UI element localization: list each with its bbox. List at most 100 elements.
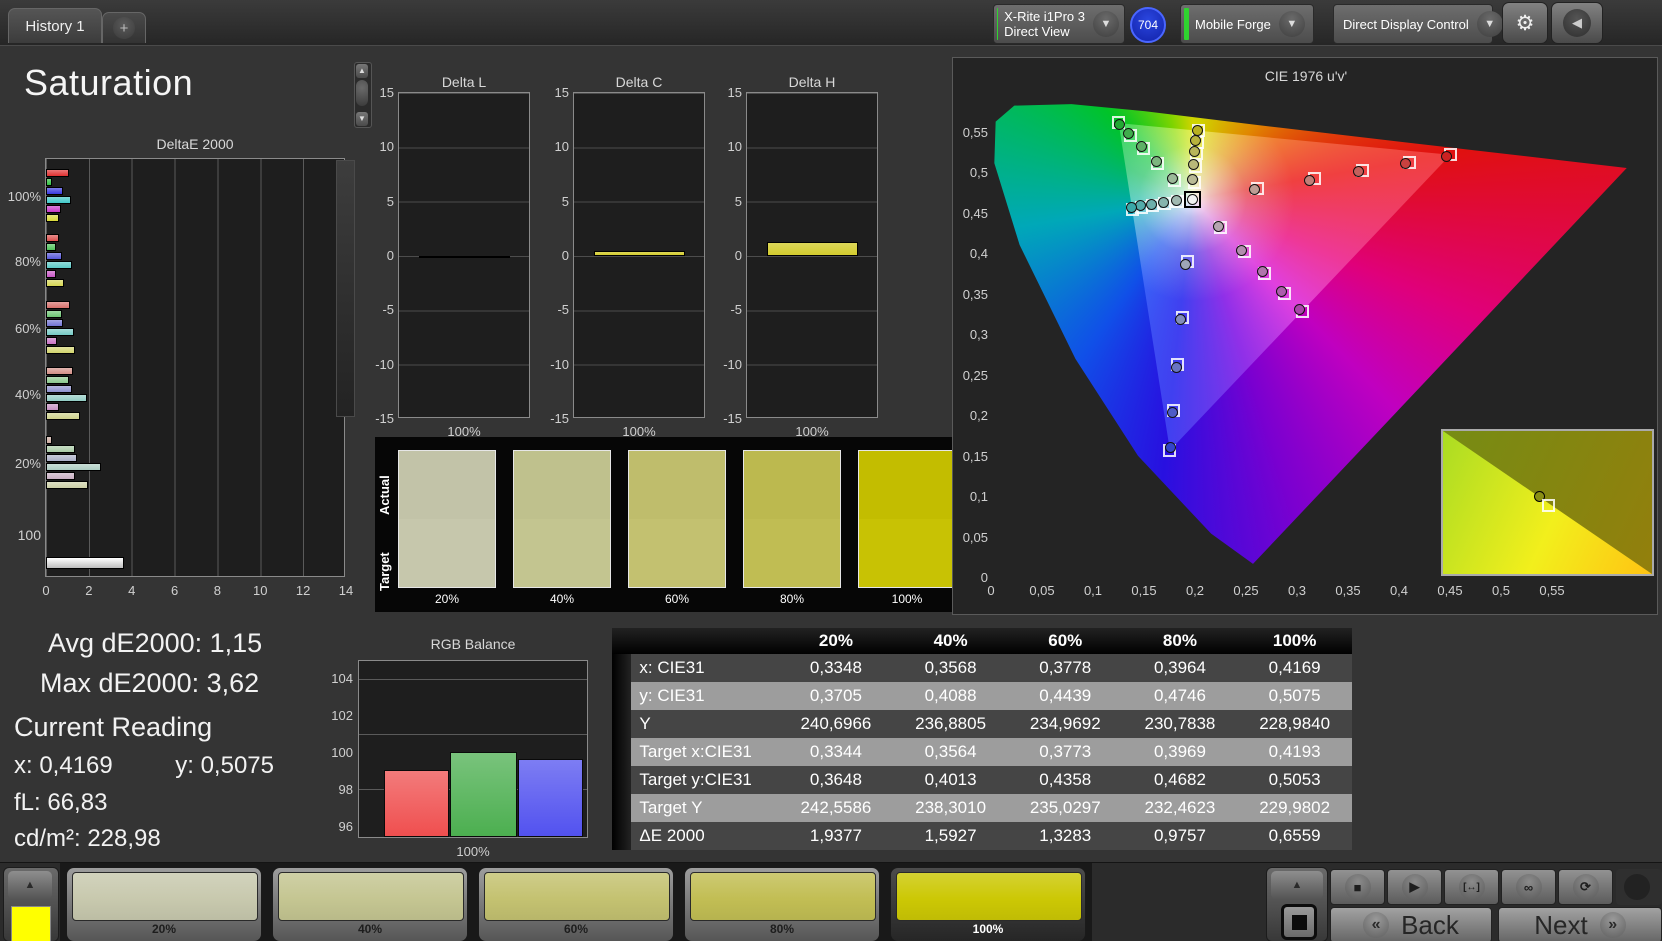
table-value-cell: 232,4623 (1144, 798, 1216, 817)
de-bar (46, 279, 65, 287)
table-value-cell: 238,3010 (915, 798, 987, 817)
meter-dropdown[interactable]: X-Rite i1Pro 3 Direct View ▼ (993, 4, 1125, 44)
cie-x-tick: 0,15 (1131, 583, 1157, 598)
measure-up-button[interactable]: ▲ (1271, 871, 1323, 899)
loop-button[interactable]: ∞ (1501, 869, 1556, 905)
table-row: x: CIE31 0,3348 0,3568 0,3778 0,3964 0,4169 (612, 654, 1352, 682)
cie-x-tick: 0,5 (1491, 583, 1511, 598)
settings-button[interactable]: ⚙ (1502, 2, 1548, 44)
cie-whitepoint-marker (1187, 193, 1199, 205)
cie-measured-marker (1146, 198, 1158, 210)
chevron-down-icon[interactable]: ▼ (1476, 11, 1503, 37)
de-group-label: 100% (7, 189, 41, 204)
table-row: Target Y 242,5586 238,3010 235,0297 232,4623… (612, 794, 1352, 822)
table-header-cell: 60% (1007, 628, 1123, 654)
table-value-cell: 0,4013 (924, 770, 977, 789)
range-button[interactable]: [↔] (1444, 869, 1499, 905)
cie-y-tick: 0,05 (962, 529, 988, 545)
add-tab-button[interactable]: + (102, 12, 146, 43)
back-button[interactable]: « Back (1330, 907, 1492, 941)
de-bar (46, 328, 74, 336)
patch-swatch-100% (858, 450, 956, 588)
table-value-cell: 0,5053 (1268, 770, 1321, 789)
scroll-up-icon[interactable]: ▲ (356, 64, 368, 78)
page-title: Saturation (24, 62, 194, 103)
source-dropdown[interactable]: Mobile Forge ▼ (1180, 4, 1314, 44)
rgb-x-label: 100% (456, 844, 490, 859)
de-bar (46, 403, 59, 411)
row-lead-cell (612, 766, 632, 794)
cie-x-tick: 0,55 (1539, 583, 1565, 598)
collapse-left-icon: ◀ (1563, 9, 1591, 37)
up-arrow-icon: ▲ (1291, 879, 1303, 891)
delta-y-tick: 0 (561, 247, 569, 263)
row-lead-cell (612, 794, 632, 822)
table-value-cell: 0,4439 (1039, 686, 1092, 705)
rgb-y-tick: 96 (338, 819, 353, 834)
next-label: Next (1534, 909, 1588, 940)
patch-button-80%[interactable]: 80% (684, 867, 880, 941)
chevron-down-icon[interactable]: ▼ (1278, 11, 1305, 37)
table-value-cell: 0,3705 (809, 686, 862, 705)
de-x-tick: 2 (85, 583, 93, 598)
patch-color (278, 872, 464, 921)
cie-y-tick: 0,5 (969, 165, 988, 181)
patch-button-label: 20% (151, 922, 177, 936)
meter-status-indicator (997, 8, 999, 40)
de-x-tick: 4 (128, 583, 136, 598)
cie-x-tick: 0,3 (1287, 583, 1307, 598)
table-value-cell: 0,3773 (1039, 742, 1092, 761)
delta-y-tick: 10 (379, 139, 394, 155)
current-x-value: x: 0,4169 (14, 752, 113, 779)
patch-button-100%[interactable]: 100% (890, 867, 1086, 941)
loop-icon: ∞ (1515, 874, 1542, 900)
row-lead-cell (612, 710, 632, 738)
current-patch-swatch[interactable] (11, 906, 51, 941)
delta-y-tick: -10 (550, 356, 569, 372)
delta-y-tick: 5 (561, 193, 569, 209)
patch-color (484, 872, 670, 921)
table-value-cell: 0,3778 (1039, 658, 1092, 677)
patch-button-40%[interactable]: 40% (272, 867, 468, 941)
de-bar (46, 412, 81, 420)
delta-y-tick: 0 (386, 247, 394, 263)
rgb-bar-green (450, 752, 517, 837)
chevron-down-icon[interactable]: ▼ (1093, 11, 1119, 37)
de-bar (46, 270, 56, 278)
row-label-cell: Y (639, 714, 651, 733)
play-button[interactable]: ▶ (1387, 869, 1442, 905)
de-bar (46, 301, 70, 309)
collapse-panel-button[interactable]: ◀ (1551, 2, 1603, 44)
cie-measured-marker (1399, 158, 1411, 170)
tab-history[interactable]: History 1 (8, 8, 102, 43)
patch-swatch-80% (743, 450, 841, 588)
rgb-y-tick: 102 (331, 708, 353, 723)
next-button[interactable]: Next » (1498, 907, 1662, 941)
patch-button-60%[interactable]: 60% (478, 867, 674, 941)
rgb-y-tick: 98 (338, 782, 353, 797)
delta-plot (398, 92, 530, 418)
cie-measured-marker (1157, 196, 1169, 208)
patch-up-button[interactable]: ▲ (8, 871, 52, 899)
cie-measured-marker (1303, 174, 1315, 186)
delta-y-tick: -5 (382, 302, 394, 318)
stop-button[interactable]: ■ (1330, 869, 1385, 905)
cie-measured-marker (1179, 258, 1191, 270)
patch-button-20%[interactable]: 20% (66, 867, 262, 941)
table-header-cell: 100% (1237, 628, 1352, 654)
display-control-dropdown[interactable]: Direct Display Control ▼ (1333, 4, 1503, 44)
meter-name: X-Rite i1Pro 3 (1004, 9, 1085, 24)
cie-measured-marker (1187, 158, 1199, 170)
refresh-button[interactable]: ⟳ (1558, 869, 1613, 905)
delta-y-tick: -5 (730, 302, 742, 318)
row-label-cell: Target y:CIE31 (639, 770, 752, 789)
cie-zoom-inset (1441, 429, 1654, 576)
scroll-down-icon[interactable]: ▼ (356, 112, 368, 126)
table-row: ΔE 2000 1,9377 1,5927 1,3283 0,9757 0,6559 (612, 822, 1352, 850)
de-group-label: 80% (14, 254, 41, 269)
stop-measure-button[interactable] (1281, 904, 1317, 940)
patch-swatch-label: 60% (664, 592, 690, 606)
de2000-chart: 100% 80% 60% 40% 20% 100 0 2 4 6 8 10 12 14 (8, 158, 353, 598)
table-value-cell: 0,3348 (809, 658, 862, 677)
table-header-cell: 20% (778, 628, 894, 654)
